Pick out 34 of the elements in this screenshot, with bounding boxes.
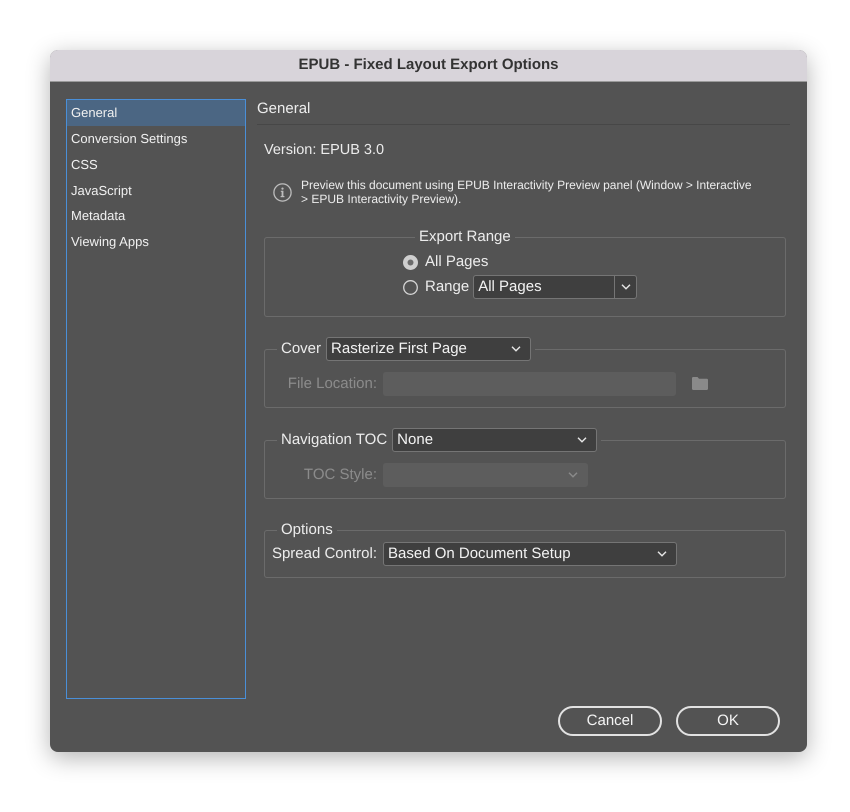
folder-icon[interactable]	[692, 376, 708, 390]
radio-label: Range	[425, 276, 470, 297]
section-heading: General	[257, 99, 790, 125]
sidebar-item[interactable]: CSS	[67, 152, 245, 178]
navigation-toc-label: Navigation TOC	[281, 431, 388, 449]
cancel-button[interactable]: Cancel	[558, 706, 662, 736]
info-icon	[273, 182, 292, 202]
caret-icon	[657, 551, 667, 557]
range-dropdown[interactable]: All Pages	[473, 275, 638, 299]
cover-dropdown[interactable]: Rasterize First Page	[326, 337, 532, 361]
navigation-toc-dropdown[interactable]: None	[392, 428, 598, 452]
group-title: Options	[281, 521, 333, 539]
version-text: Version: EPUB 3.0	[264, 141, 386, 159]
radio-button[interactable]	[403, 280, 418, 294]
group-title: Export Range	[419, 228, 511, 246]
ok-button[interactable]: OK	[676, 706, 780, 736]
sidebar-item[interactable]: Conversion Settings	[67, 126, 245, 152]
field-label: File Location:	[286, 374, 378, 394]
radio-label: All Pages	[425, 252, 488, 272]
caret-icon	[620, 284, 631, 290]
caret-icon	[511, 346, 522, 352]
caret-icon	[568, 472, 578, 478]
info-text: Preview this document using EPUB Interactivity Preview panel (Window > Interactive > EPUB Interactivity Preview).	[301, 178, 753, 206]
caret-icon	[577, 437, 588, 443]
sidebar-item[interactable]: Viewing Apps	[67, 228, 245, 255]
sidebar-item[interactable]: Metadata	[67, 203, 245, 229]
field-label: Spread Control:	[270, 544, 378, 564]
sidebar-item[interactable]: General	[67, 100, 245, 126]
sidebar-item[interactable]: JavaScript	[67, 177, 245, 204]
spread-control-dropdown[interactable]: Based On Document Setup	[383, 542, 677, 566]
cover-label: Cover	[281, 340, 322, 358]
window-title: EPUB - Fixed Layout Export Options	[298, 55, 559, 76]
radio-button[interactable]	[403, 254, 418, 270]
field-label: TOC Style:	[302, 464, 378, 485]
